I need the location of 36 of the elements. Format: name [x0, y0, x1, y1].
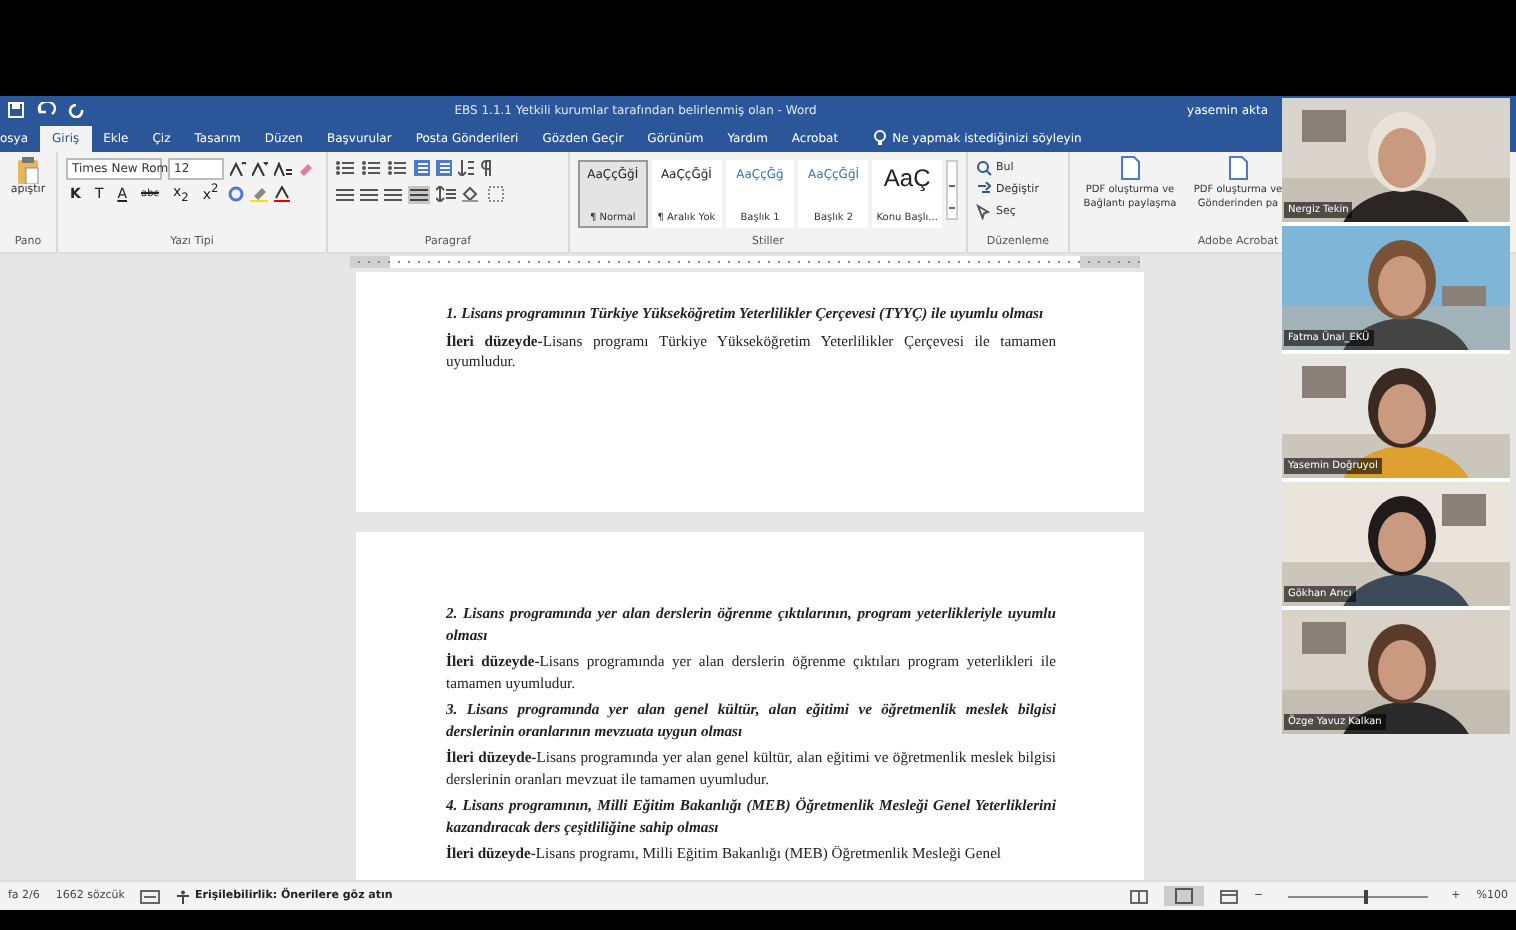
read-mode-icon[interactable] — [1130, 889, 1149, 903]
font-color-icon[interactable] — [274, 186, 291, 202]
gallery-scroll-icon[interactable] — [945, 160, 958, 220]
pilcrow-icon[interactable] — [480, 160, 492, 176]
align-left-icon[interactable] — [336, 187, 354, 201]
proofing-icon[interactable] — [140, 889, 161, 903]
style-sample: AaÇ — [883, 164, 931, 192]
sort-icon[interactable] — [458, 160, 474, 176]
shading-icon[interactable] — [462, 186, 482, 202]
search-icon — [976, 160, 992, 176]
borders-icon[interactable] — [488, 186, 504, 202]
center-icon[interactable] — [360, 187, 378, 201]
align-right-icon[interactable] — [384, 187, 402, 201]
line-spacing-icon[interactable] — [436, 186, 456, 202]
print-layout-icon[interactable] — [1164, 886, 1205, 906]
ruler[interactable] — [350, 254, 1140, 270]
redo-icon[interactable] — [68, 102, 84, 118]
multilevel-list-icon[interactable] — [388, 160, 408, 176]
lightbulb-icon — [874, 130, 887, 146]
increase-indent-icon[interactable] — [436, 160, 452, 176]
change-case-icon[interactable] — [274, 161, 292, 175]
decrease-indent-icon[interactable] — [414, 160, 430, 176]
clipboard-icon[interactable] — [16, 156, 40, 184]
save-icon[interactable] — [8, 102, 24, 118]
select-icon — [976, 204, 992, 220]
accessibility-icon — [176, 889, 191, 903]
zoom-slider-thumb[interactable] — [1364, 889, 1369, 903]
justify-icon[interactable] — [408, 185, 430, 203]
bullets-icon[interactable] — [336, 160, 356, 176]
text-effects-icon[interactable] — [228, 186, 245, 202]
grow-font-icon[interactable] — [230, 161, 246, 175]
replace-icon — [976, 182, 992, 198]
numbering-icon[interactable] — [362, 160, 382, 176]
shrink-font-icon[interactable] — [252, 161, 268, 175]
undo-icon[interactable] — [36, 102, 56, 118]
web-layout-icon[interactable] — [1220, 889, 1239, 903]
